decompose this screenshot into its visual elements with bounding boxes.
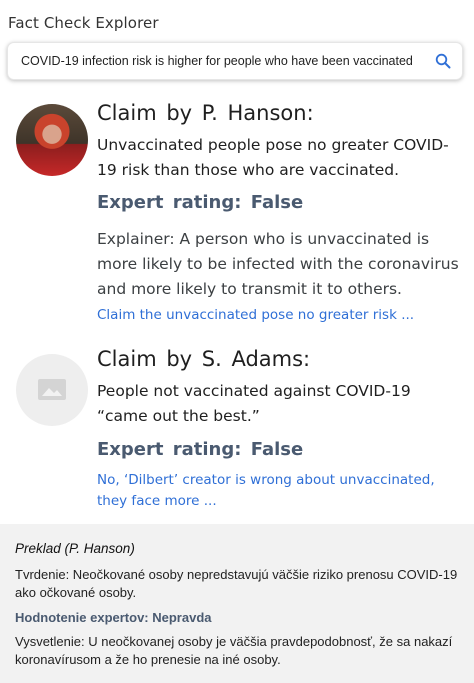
search-box[interactable] — [7, 42, 463, 80]
claim-source-link[interactable]: No, ‘Dilbert’ creator is wrong about unv… — [97, 470, 447, 512]
avatar — [16, 104, 88, 176]
expert-rating: Expert rating: False — [97, 439, 304, 460]
search-icon[interactable] — [435, 53, 451, 69]
translation-rating: Hodnotenie expertov: Nepravda — [15, 610, 212, 625]
claim-title: Claim by S. Adams: — [97, 347, 311, 371]
search-input[interactable] — [21, 43, 431, 79]
image-placeholder-icon — [38, 379, 66, 400]
claim-source-link[interactable]: Claim the unvaccinated pose no greater r… — [97, 305, 447, 326]
claim-text: People not vaccinated against COVID-19 “… — [97, 382, 411, 425]
translation-panel: Preklad (P. Hanson) Tvrdenie: Neočkované… — [0, 524, 474, 683]
app-title: Fact Check Explorer — [8, 14, 159, 32]
claim-title: Claim by P. Hanson: — [97, 101, 314, 125]
translation-explainer: Vysvetlenie: U neočkovanej osoby je väčš… — [15, 634, 453, 667]
avatar — [16, 354, 88, 426]
expert-rating: Expert rating: False — [97, 192, 304, 213]
claim-text: Unvaccinated people pose no greater COVI… — [97, 136, 449, 179]
explainer-text: Explainer: A person who is unvaccinated … — [97, 230, 459, 298]
translation-heading: Preklad (P. Hanson) — [15, 541, 135, 556]
translation-claim: Tvrdenie: Neočkované osoby nepredstavujú… — [15, 567, 458, 600]
